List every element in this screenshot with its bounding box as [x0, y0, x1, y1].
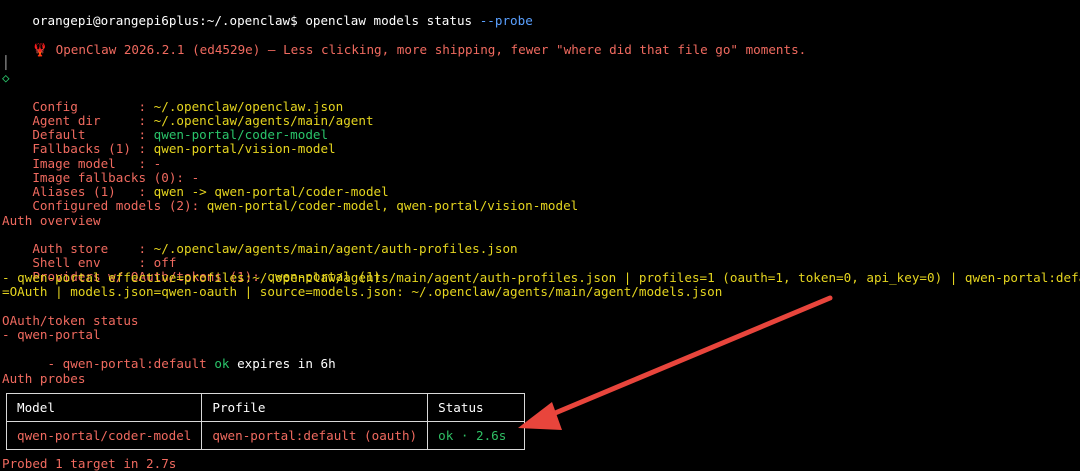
auth-probes-table: Model Profile Status qwen-portal/coder-m… — [5, 393, 526, 450]
banner-line: 🦞 OpenClaw 2026.2.1 (ed4529e) — Less cli… — [2, 29, 806, 57]
provider-detail-line-2: =OAuth | models.json=qwen-oauth | source… — [2, 284, 723, 299]
image-fallbacks-row: Image fallbacks (0): - — [2, 157, 199, 185]
oauth-profile-row: - qwen-portal:default ok expires in 6h — [2, 343, 336, 371]
header-profile: Profile — [201, 393, 429, 422]
oauth-provider: - qwen-portal — [2, 327, 101, 342]
header-status: Status — [427, 393, 526, 422]
image-model-row: Image model : - — [2, 143, 161, 171]
prompt-user-host: orangepi@orangepi6plus — [32, 13, 200, 28]
gutter-bar: │ — [2, 55, 10, 70]
oauth-status-heading: OAuth/token status — [2, 313, 139, 328]
probe-summary: Probed 1 target in 2.7s — [2, 456, 177, 471]
auth-store-row: Auth store : ~/.openclaw/agents/main/age… — [2, 228, 517, 256]
prompt-line: orangepi@orangepi6plus:~/.openclaw$ open… — [2, 0, 532, 28]
oauth-expires: expires in 6h — [229, 356, 336, 371]
oauth-profile-name: - qwen-portal:default — [32, 356, 215, 371]
fallbacks-value: qwen-portal/vision-model — [153, 141, 336, 156]
cell-profile: qwen-portal:default (oauth) — [201, 421, 429, 450]
prompt-path: :~/.openclaw$ — [199, 13, 306, 28]
aliases-row: Aliases (1) : qwen -> qwen-portal/coder-… — [2, 171, 388, 199]
config-row: Config : ~/.openclaw/openclaw.json — [2, 86, 343, 114]
gutter-diamond-icon: ◇ — [2, 70, 10, 85]
lobster-icon: 🦞 — [32, 42, 49, 57]
fallbacks-row: Fallbacks (1) : qwen-portal/vision-model — [2, 128, 335, 156]
terminal-window[interactable]: orangepi@orangepi6plus:~/.openclaw$ open… — [0, 0, 1080, 471]
table-header-row: Model Profile Status — [5, 393, 526, 422]
prompt-flag: --probe — [479, 13, 533, 28]
oauth-ok-badge: ok — [214, 356, 230, 371]
table-row: qwen-portal/coder-model qwen-portal:defa… — [5, 421, 526, 450]
configured-models-value: qwen-portal/coder-model, qwen-portal/vis… — [206, 198, 579, 213]
providers-row: Providers w/ OAuth/tokens (1): qwen-port… — [2, 256, 381, 284]
prompt-command: openclaw models status — [305, 13, 473, 28]
auth-overview-heading: Auth overview — [2, 213, 101, 228]
default-row: Default : qwen-portal/coder-model — [2, 114, 328, 142]
auth-probes-heading: Auth probes — [2, 371, 86, 386]
shell-env-row: Shell env : off — [2, 242, 176, 270]
header-model: Model — [5, 393, 203, 422]
cell-model: qwen-portal/coder-model — [5, 421, 203, 450]
provider-detail-line-1: - qwen-portal effective=profiles:~/.open… — [2, 270, 1080, 285]
cell-status: ok · 2.6s — [427, 421, 526, 450]
auth-store-value: ~/.openclaw/agents/main/agent/auth-profi… — [153, 241, 518, 256]
configured-models-label: Configured models (2): — [32, 198, 207, 213]
configured-models-row: Configured models (2): qwen-portal/coder… — [2, 185, 578, 213]
agent-dir-row: Agent dir : ~/.openclaw/agents/main/agen… — [2, 100, 373, 128]
banner-text: OpenClaw 2026.2.1 (ed4529e) — Less click… — [48, 42, 807, 57]
